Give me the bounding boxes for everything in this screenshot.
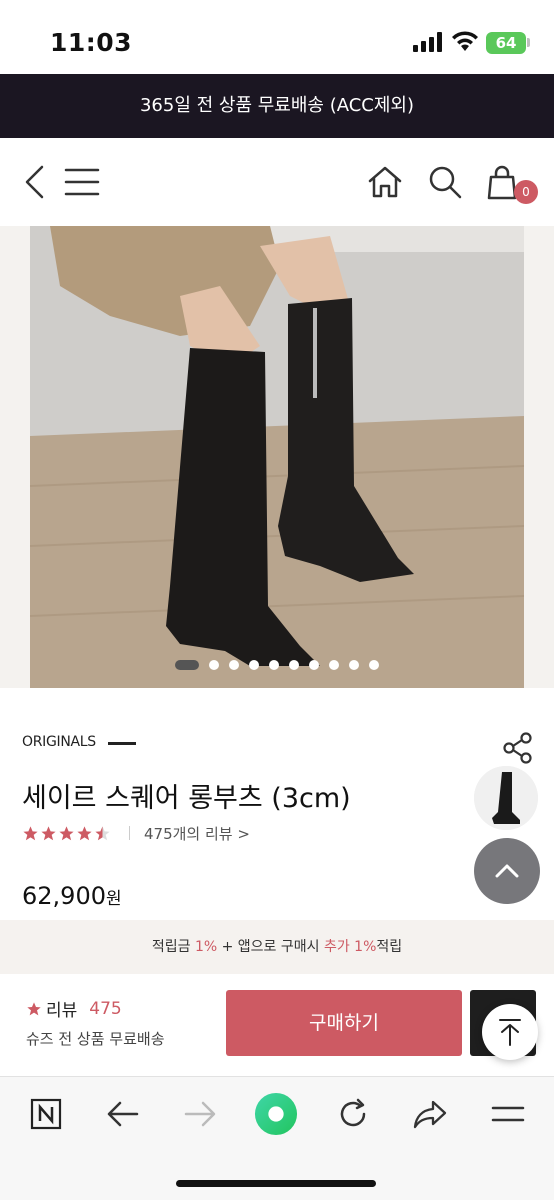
star-icon <box>59 825 74 840</box>
status-time: 11:03 <box>50 28 133 57</box>
star-icon <box>23 825 38 840</box>
boots-photo <box>30 226 524 688</box>
rating-row: 475개의 리뷰 > <box>22 822 250 844</box>
gallery-dot[interactable] <box>289 660 299 670</box>
points-text-1: 적립금 <box>151 939 195 955</box>
star-icon <box>77 825 92 840</box>
cart-badge: 0 <box>514 180 538 204</box>
naver-n-icon <box>30 1098 62 1130</box>
gallery-dot[interactable] <box>309 660 319 670</box>
points-text-3: 적립 <box>376 939 403 955</box>
browser-forward-button[interactable] <box>178 1092 222 1136</box>
battery-tip <box>527 38 530 47</box>
arrow-left-icon <box>107 1101 139 1127</box>
product-thumbnail[interactable] <box>474 766 538 830</box>
star-icon <box>27 1001 41 1015</box>
gallery-next-peek[interactable] <box>524 226 554 688</box>
points-pct-1: 1% <box>194 939 218 955</box>
arrow-right-icon <box>184 1101 216 1127</box>
back-button[interactable] <box>12 160 56 204</box>
browser-menu-button[interactable] <box>486 1092 530 1136</box>
review-summary-label: 리뷰 <box>46 1001 78 1021</box>
review-summary-count: 475 <box>89 998 122 1019</box>
brand-underline <box>108 742 136 745</box>
signal-icon <box>413 32 442 52</box>
battery-indicator: 64 <box>486 32 526 54</box>
star-icon <box>41 825 56 840</box>
brand-label[interactable]: ORIGINALS <box>22 734 96 750</box>
star-icon <box>95 825 110 840</box>
promo-banner[interactable]: 365일 전 상품 무료배송 (ACC제외) <box>0 74 554 138</box>
search-icon <box>429 166 462 199</box>
gallery-dot[interactable] <box>269 660 279 670</box>
share-page-button[interactable] <box>408 1092 452 1136</box>
points-banner: 적립금 1% + 앱으로 구매시 추가 1%적립 <box>0 920 554 974</box>
rating-divider <box>129 826 130 840</box>
chevron-up-icon <box>495 864 519 878</box>
hamburger-icon <box>64 168 100 196</box>
product-image[interactable] <box>30 226 524 688</box>
header <box>0 138 554 226</box>
gallery-dot[interactable] <box>369 660 379 670</box>
shipping-note: 슈즈 전 상품 무료배송 <box>26 1030 165 1048</box>
gallery-dot[interactable] <box>209 660 219 670</box>
status-bar: 11:03 64 <box>0 0 554 74</box>
scroll-up-button[interactable] <box>474 838 540 904</box>
share-button[interactable] <box>500 730 536 766</box>
home-icon <box>368 166 402 198</box>
gallery-pagination[interactable] <box>175 658 379 672</box>
wifi-icon <box>452 31 478 51</box>
gallery-prev-peek[interactable] <box>0 226 30 688</box>
green-dot-icon <box>254 1092 298 1136</box>
menu-lines-icon <box>491 1106 525 1122</box>
green-dot-button[interactable] <box>254 1092 298 1136</box>
forward-share-icon <box>413 1100 447 1129</box>
gallery-dot[interactable] <box>249 660 259 670</box>
gallery-dot[interactable] <box>175 660 199 670</box>
gallery-dot[interactable] <box>229 660 239 670</box>
share-icon <box>503 732 532 764</box>
arrow-up-icon <box>499 1019 521 1046</box>
price-unit: 원 <box>105 889 122 909</box>
menu-button[interactable] <box>60 160 104 204</box>
browser-back-button[interactable] <box>101 1092 145 1136</box>
boot-thumbnail-image <box>474 766 538 830</box>
points-text-2: + 앱으로 구매시 <box>217 939 324 955</box>
reload-icon <box>340 1098 366 1127</box>
buy-button[interactable]: 구매하기 <box>226 990 462 1056</box>
home-indicator <box>176 1180 376 1187</box>
gallery-dot[interactable] <box>329 660 339 670</box>
naver-home-button[interactable] <box>24 1092 68 1136</box>
search-button[interactable] <box>423 160 467 204</box>
home-button[interactable] <box>363 160 407 204</box>
review-summary[interactable]: 리뷰 475 <box>26 996 122 1021</box>
gallery-dot[interactable] <box>349 660 359 670</box>
rating-stars <box>22 825 111 842</box>
price: 62,900원 <box>22 882 122 910</box>
price-number: 62,900 <box>22 882 106 910</box>
product-title: 세이르 스퀘어 롱부츠 (3cm) <box>22 783 351 814</box>
review-link[interactable]: 475개의 리뷰 > <box>144 823 250 844</box>
points-extra: 추가 1% <box>323 939 377 955</box>
scroll-to-top-button[interactable] <box>482 1004 538 1060</box>
chevron-left-icon <box>25 165 44 199</box>
reload-button[interactable] <box>331 1092 375 1136</box>
